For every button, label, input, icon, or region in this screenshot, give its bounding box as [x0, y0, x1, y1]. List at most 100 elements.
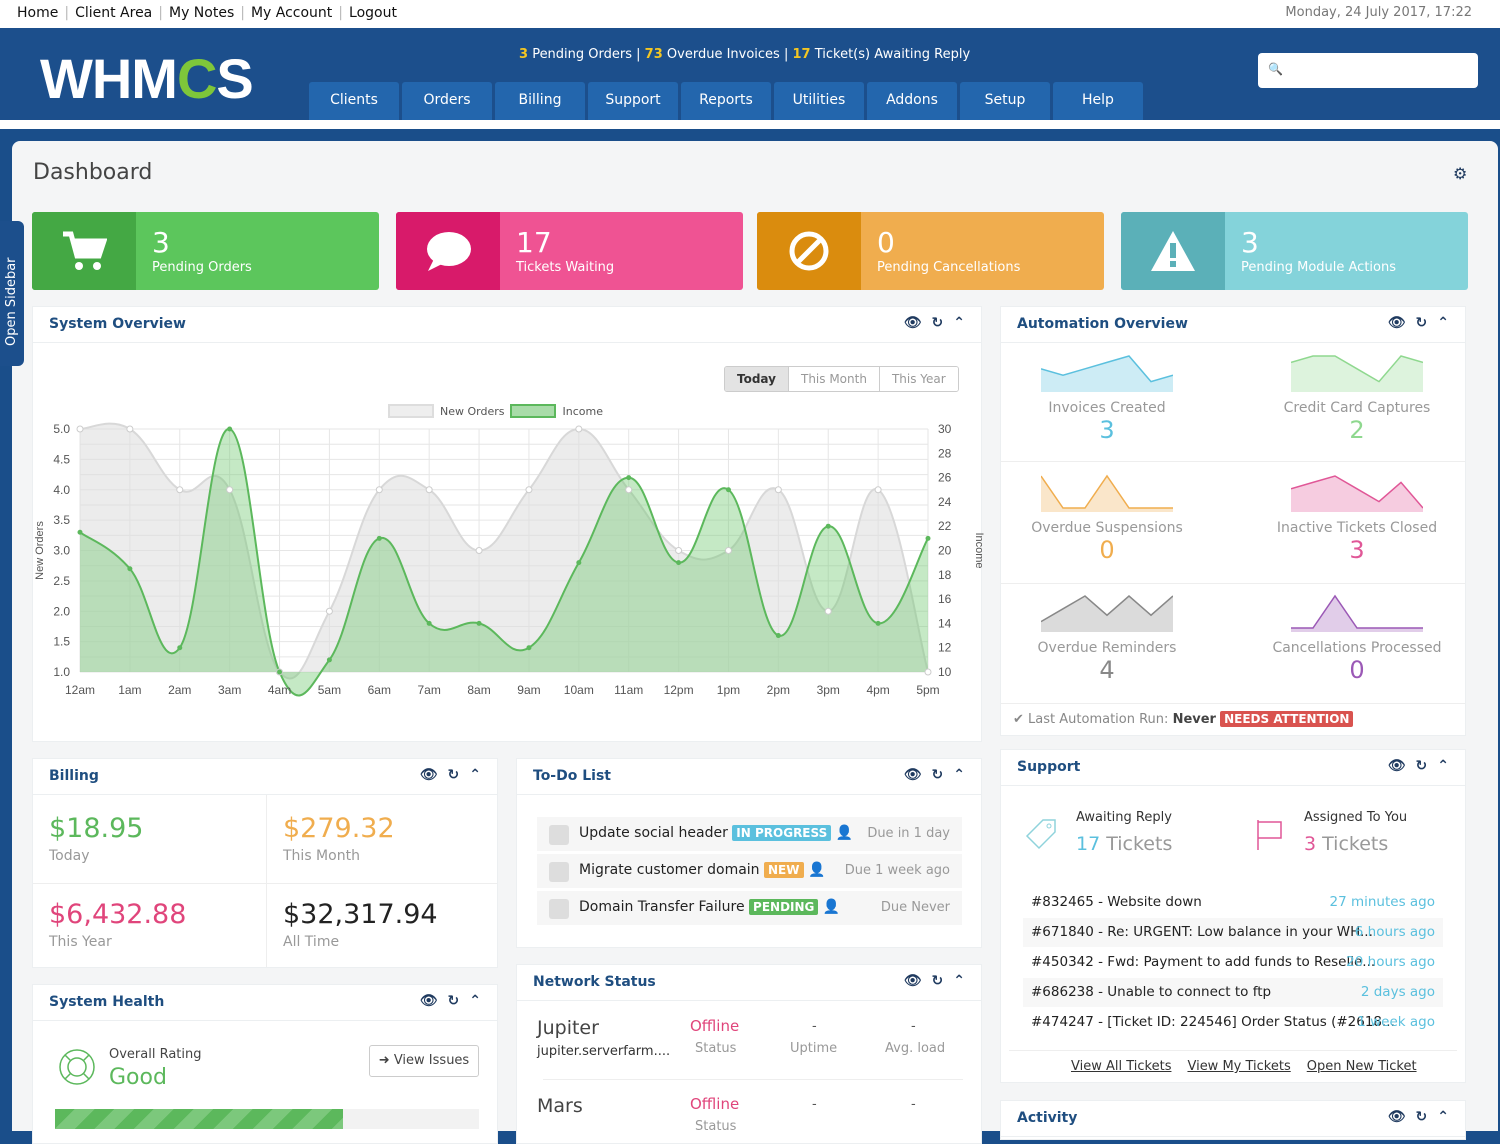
- x-tick: 12am: [65, 683, 95, 697]
- hide-icon[interactable]: 👁: [1388, 315, 1406, 331]
- y-tick-left: 3.0: [53, 544, 70, 558]
- todo-due: Due 1 week ago: [844, 863, 950, 878]
- collapse-icon[interactable]: ⌃: [1437, 1109, 1449, 1125]
- todo-item[interactable]: Update social header IN PROGRESS 👤 Due in…: [537, 817, 962, 851]
- view-issues-label: View Issues: [393, 1053, 470, 1068]
- link-my-account[interactable]: My Account: [251, 5, 332, 21]
- collapse-icon[interactable]: ⌃: [469, 993, 481, 1009]
- todo-checkbox[interactable]: [549, 862, 569, 882]
- collapse-icon[interactable]: ⌃: [953, 767, 965, 783]
- hide-icon[interactable]: 👁: [904, 767, 922, 783]
- y-tick-right: 28: [938, 446, 952, 460]
- nav-help[interactable]: Help: [1053, 82, 1143, 120]
- billing-value: $18.95: [49, 813, 144, 844]
- todo-text: Domain Transfer Failure: [579, 899, 745, 915]
- awaiting-reply-count[interactable]: 17 Tickets: [1076, 833, 1172, 855]
- range-this-year[interactable]: This Year: [878, 367, 958, 391]
- refresh-icon[interactable]: ↻: [448, 993, 460, 1009]
- refresh-icon[interactable]: ↻: [1416, 758, 1428, 774]
- billing-label: Today: [49, 848, 90, 864]
- ticket-row[interactable]: #832465 - Website down 27 minutes ago: [1023, 888, 1443, 917]
- hide-icon[interactable]: 👁: [1388, 1109, 1406, 1125]
- stat-tickets-waiting[interactable]: 17 Tickets Waiting: [396, 212, 743, 290]
- awaiting-reply-label: Awaiting Reply: [1076, 810, 1172, 825]
- point-new-orders: [325, 607, 333, 615]
- assigned-to-you-count[interactable]: 3 Tickets: [1304, 833, 1388, 855]
- refresh-icon[interactable]: ↻: [932, 315, 944, 331]
- whmcs-logo[interactable]: WHMCS: [40, 46, 254, 111]
- todo-item[interactable]: Domain Transfer Failure PENDING 👤 Due Nev…: [537, 891, 962, 925]
- collapse-icon[interactable]: ⌃: [1437, 758, 1449, 774]
- ticket-row[interactable]: #686238 - Unable to connect to ftp 2 days…: [1023, 978, 1443, 1007]
- billing-this-month: $279.32 This Month: [283, 813, 395, 864]
- x-tick: 4pm: [866, 683, 889, 697]
- hide-icon[interactable]: 👁: [904, 973, 922, 989]
- nav-setup[interactable]: Setup: [960, 82, 1050, 120]
- automation-label: Invoices Created: [1048, 400, 1166, 416]
- link-home[interactable]: Home: [17, 5, 58, 21]
- refresh-icon[interactable]: ↻: [1416, 1109, 1428, 1125]
- panel-header: Billing 👁 ↻ ⌃: [33, 759, 497, 795]
- panel-title: Activity: [1017, 1110, 1078, 1126]
- view-all-tickets-link[interactable]: View All Tickets: [1071, 1059, 1171, 1074]
- todo-checkbox[interactable]: [549, 825, 569, 845]
- refresh-icon[interactable]: ↻: [448, 767, 460, 783]
- view-my-tickets-link[interactable]: View My Tickets: [1187, 1059, 1290, 1074]
- todo-checkbox[interactable]: [549, 899, 569, 919]
- panel-header: System Health 👁 ↻ ⌃: [33, 985, 497, 1021]
- gear-icon[interactable]: ⚙: [1453, 164, 1467, 183]
- tickets-alert[interactable]: 17 Ticket(s) Awaiting Reply: [792, 47, 970, 62]
- server-load: -: [911, 1097, 916, 1112]
- nav-utilities[interactable]: Utilities: [774, 82, 864, 120]
- point-income: [77, 529, 83, 535]
- range-this-month[interactable]: This Month: [787, 367, 879, 391]
- pending-orders-alert[interactable]: 3 Pending Orders: [519, 47, 632, 62]
- stat-pending-orders[interactable]: 3 Pending Orders: [32, 212, 379, 290]
- hide-icon[interactable]: 👁: [1388, 758, 1406, 774]
- collapse-icon[interactable]: ⌃: [469, 767, 481, 783]
- nav-billing[interactable]: Billing: [495, 82, 585, 120]
- link-client-area[interactable]: Client Area: [75, 5, 152, 21]
- x-tick: 12pm: [664, 683, 694, 697]
- open-new-ticket-link[interactable]: Open New Ticket: [1307, 1059, 1417, 1074]
- collapse-icon[interactable]: ⌃: [953, 315, 965, 331]
- sparkline: [1291, 594, 1423, 632]
- link-logout[interactable]: Logout: [349, 5, 397, 21]
- panel-tools: 👁 ↻ ⌃: [1388, 758, 1449, 774]
- refresh-icon[interactable]: ↻: [932, 973, 944, 989]
- refresh-icon[interactable]: ↻: [932, 767, 944, 783]
- panel-title: System Health: [49, 994, 165, 1010]
- logo-gear-icon: C: [176, 47, 217, 110]
- divider: [33, 883, 497, 884]
- collapse-icon[interactable]: ⌃: [953, 973, 965, 989]
- link-my-notes[interactable]: My Notes: [169, 5, 234, 21]
- y-tick-left: 5.0: [53, 422, 70, 436]
- ticket-row[interactable]: #474247 - [Ticket ID: 224546] Order Stat…: [1023, 1008, 1443, 1037]
- stat-pending-module-actions[interactable]: 3 Pending Module Actions: [1121, 212, 1468, 290]
- automation-stat: Inactive Tickets Closed 3: [1237, 472, 1477, 564]
- hide-icon[interactable]: 👁: [904, 315, 922, 331]
- ticket-row[interactable]: #450342 - Fwd: Payment to add funds to R…: [1023, 948, 1443, 977]
- collapse-icon[interactable]: ⌃: [1437, 315, 1449, 331]
- refresh-icon[interactable]: ↻: [1416, 315, 1428, 331]
- nav-orders[interactable]: Orders: [402, 82, 492, 120]
- view-issues-button[interactable]: ➜ View Issues: [369, 1045, 479, 1077]
- open-sidebar-button[interactable]: Open Sidebar: [0, 221, 24, 366]
- nav-support[interactable]: Support: [588, 82, 678, 120]
- stat-pending-cancellations[interactable]: 0 Pending Cancellations: [757, 212, 1104, 290]
- overdue-invoices-alert[interactable]: 73 Overdue Invoices: [645, 47, 780, 62]
- range-today[interactable]: Today: [725, 367, 788, 391]
- x-tick: 1pm: [717, 683, 740, 697]
- needs-attention-badge[interactable]: NEEDS ATTENTION: [1220, 711, 1354, 727]
- hide-icon[interactable]: 👁: [420, 993, 438, 1009]
- nav-reports[interactable]: Reports: [681, 82, 771, 120]
- point-income: [676, 560, 682, 566]
- hide-icon[interactable]: 👁: [420, 767, 438, 783]
- todo-item[interactable]: Migrate customer domain NEW 👤 Due 1 week …: [537, 854, 962, 888]
- automation-label: Overdue Reminders: [1037, 640, 1177, 656]
- ticket-row[interactable]: #671840 - Re: URGENT: Low balance in you…: [1023, 918, 1443, 947]
- search-input[interactable]: 🔍: [1258, 53, 1478, 88]
- server-load: -: [911, 1019, 916, 1034]
- nav-clients[interactable]: Clients: [309, 82, 399, 120]
- nav-addons[interactable]: Addons: [867, 82, 957, 120]
